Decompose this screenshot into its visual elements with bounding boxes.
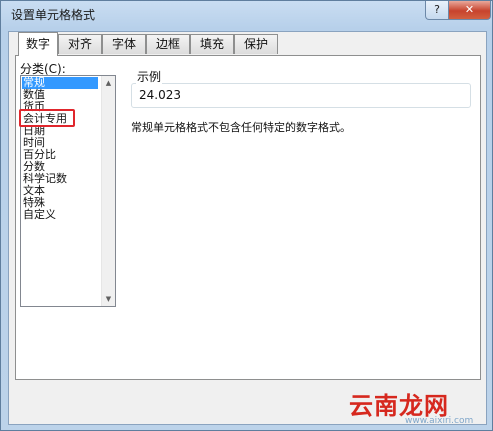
- help-icon: ?: [434, 3, 440, 16]
- number-tab-panel: 分类(C): 常规 数值 货币 会计专用 日期 时间 百分比 分数 科学记数 文…: [15, 55, 481, 380]
- sample-legend: 示例: [136, 68, 163, 85]
- scroll-up-icon[interactable]: ▲: [102, 76, 115, 90]
- tab-label: 保护: [243, 37, 268, 51]
- scroll-down-icon[interactable]: ▼: [102, 292, 115, 306]
- tab-label: 数字: [25, 37, 50, 51]
- close-icon: ✕: [464, 3, 475, 16]
- close-button[interactable]: ✕: [448, 1, 491, 20]
- sample-value: 24.023: [139, 88, 181, 102]
- title-bar[interactable]: 设置单元格格式 ? ✕: [1, 1, 492, 27]
- dialog-body: 数字 对齐 字体 边框 填充 保护 分类(C): 常规 数值 货币 会计专用 日…: [8, 31, 487, 425]
- sample-box: 24.023: [131, 83, 471, 108]
- format-description: 常规单元格格式不包含任何特定的数字格式。: [131, 121, 351, 134]
- tab-label: 边框: [155, 37, 180, 51]
- watermark-url: www.aixiri.com: [405, 416, 474, 426]
- tab-label: 填充: [199, 37, 224, 51]
- help-button[interactable]: ?: [425, 1, 449, 20]
- tab-label: 字体: [111, 37, 136, 51]
- tab-border[interactable]: 边框: [146, 34, 190, 54]
- sample-group: 24.023 示例: [131, 68, 471, 112]
- tab-fill[interactable]: 填充: [190, 34, 234, 54]
- category-item-custom[interactable]: 自定义: [23, 209, 56, 221]
- tab-alignment[interactable]: 对齐: [58, 34, 102, 54]
- dialog-title: 设置单元格格式: [11, 8, 96, 22]
- category-scrollbar[interactable]: ▲ ▼: [101, 76, 115, 306]
- format-cells-dialog: 设置单元格格式 ? ✕ 数字 对齐 字体 边框 填充 保护 分类(C): 常规 …: [0, 0, 493, 431]
- tab-protection[interactable]: 保护: [234, 34, 278, 54]
- tab-number[interactable]: 数字: [18, 32, 58, 56]
- tab-font[interactable]: 字体: [102, 34, 146, 54]
- annotation-highlight-box: [19, 109, 75, 127]
- tab-label: 对齐: [67, 37, 92, 51]
- site-watermark: 云南龙网 www.aixiri.com: [345, 386, 490, 428]
